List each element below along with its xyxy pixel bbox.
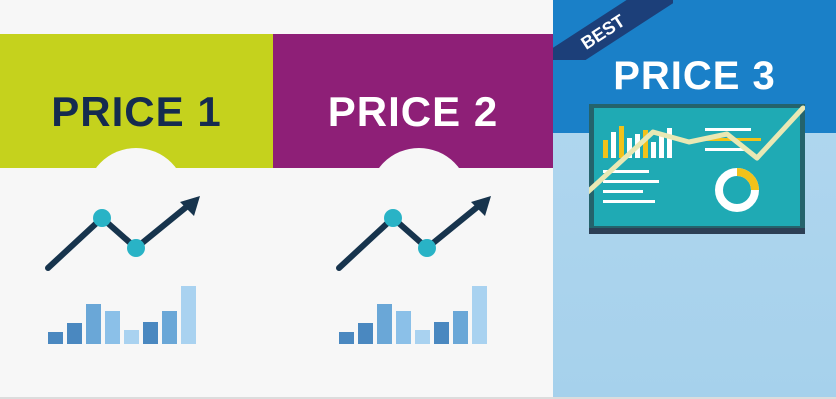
plan-title-2: PRICE 2 xyxy=(327,88,499,135)
best-badge: BEST xyxy=(553,0,673,60)
plan-title-3: PRICE 3 xyxy=(613,54,776,98)
trend-arrow-icon xyxy=(45,196,200,271)
best-label: BEST xyxy=(577,10,629,54)
plan-title-1: PRICE 1 xyxy=(51,88,222,135)
plan-card-2[interactable]: PRICE 2 xyxy=(273,0,553,399)
trend-arrow-icon xyxy=(336,196,491,271)
growth-chart-icon xyxy=(45,196,200,344)
bar-chart-icon xyxy=(339,286,487,344)
bar-chart-icon xyxy=(48,286,196,344)
best-ribbon: BEST xyxy=(553,0,673,60)
dashboard-monitor-icon xyxy=(589,104,805,234)
pricing-table: PRICE 1 PRICE 2 PRICE 3 BEST xyxy=(0,0,836,399)
plan-card-1[interactable]: PRICE 1 xyxy=(0,0,273,399)
growth-chart-icon xyxy=(336,196,491,344)
